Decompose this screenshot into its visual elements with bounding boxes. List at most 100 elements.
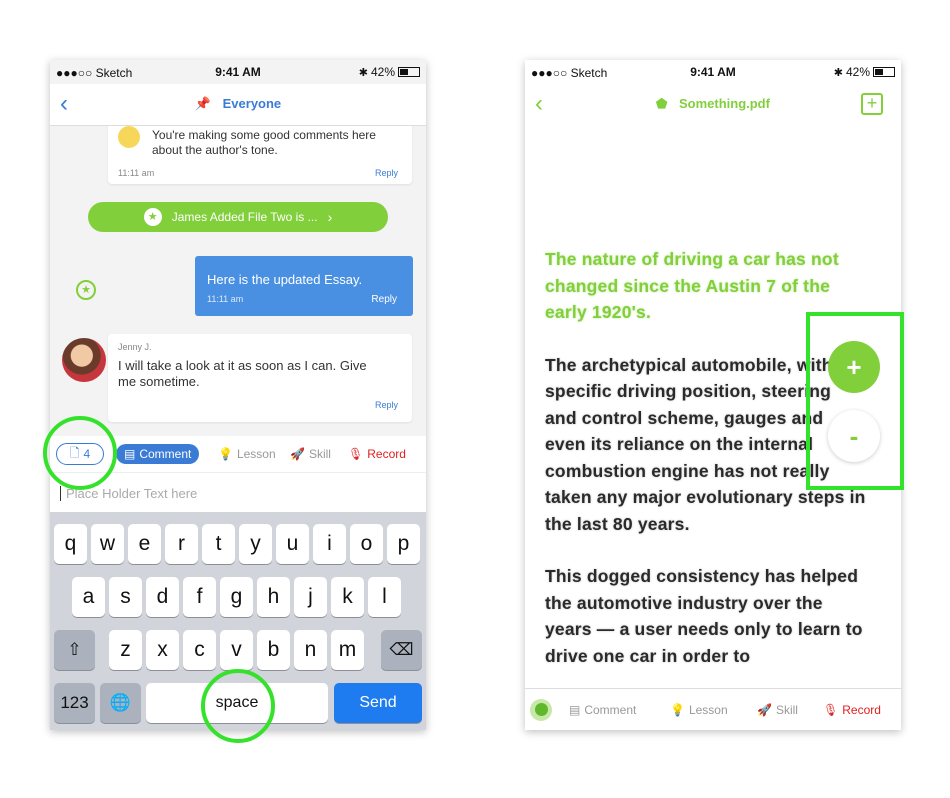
tab-lesson[interactable]: 💡 Lesson: [218, 447, 276, 461]
highlight-box-zoom: [806, 312, 904, 490]
key-x[interactable]: x: [146, 630, 179, 670]
comment-time: 11:11 am: [118, 168, 155, 178]
comment-card: You're making some good comments here ab…: [108, 126, 412, 184]
reply-link[interactable]: Reply: [375, 168, 398, 178]
battery-status: ✱ 42%: [359, 65, 420, 79]
tab-skill[interactable]: 🚀 Skill: [757, 703, 798, 717]
page-title-text: Something.pdf: [678, 96, 770, 111]
reply-link[interactable]: Reply: [375, 400, 398, 410]
nav-bar: ‹ ⬟ Something.pdf +: [525, 84, 901, 126]
page-title: ⬟ Something.pdf: [525, 96, 901, 112]
key-h[interactable]: h: [257, 577, 290, 617]
tab-label: Lesson: [236, 447, 276, 461]
tab-lesson[interactable]: 💡 Lesson: [670, 703, 728, 717]
shift-key[interactable]: ⇧: [54, 630, 95, 670]
microphone-icon: 🎙: [348, 447, 364, 461]
key-p[interactable]: p: [387, 524, 420, 564]
comment-icon: ▤: [569, 702, 581, 717]
tab-label: Lesson: [688, 702, 728, 717]
pin-icon: 📌: [194, 96, 211, 111]
outgoing-text: Here is the updated Essay.: [207, 272, 363, 287]
key-w[interactable]: w: [91, 524, 124, 564]
pentagon-icon: ⬟: [656, 96, 668, 111]
key-j[interactable]: j: [294, 577, 327, 617]
highlight-circle-space: [201, 669, 275, 743]
tab-label: Comment: [584, 702, 637, 717]
avatar: [118, 126, 140, 148]
incoming-message: Jenny J. I will take a look at it as soo…: [108, 334, 412, 422]
key-b[interactable]: b: [257, 630, 290, 670]
backspace-key[interactable]: ⌫: [381, 630, 422, 670]
key-m[interactable]: m: [331, 630, 364, 670]
send-key[interactable]: Send: [334, 683, 422, 723]
key-l[interactable]: l: [368, 577, 401, 617]
incoming-text: I will take a look at it as soon as I ca…: [118, 358, 367, 389]
key-r[interactable]: r: [165, 524, 198, 564]
star-badge-icon: ★: [76, 280, 96, 300]
key-f[interactable]: f: [183, 577, 216, 617]
battery-percent: 42%: [370, 65, 395, 79]
reply-link[interactable]: Reply: [371, 294, 397, 305]
backspace-icon: ⌫: [389, 640, 414, 659]
pdf-paragraph: This dogged consistency has helped the a…: [545, 566, 863, 666]
tab-skill[interactable]: 🚀 Skill: [290, 447, 331, 461]
shift-icon: ⇧: [67, 640, 82, 659]
key-u[interactable]: u: [276, 524, 309, 564]
page-title-text: Everyone: [222, 96, 282, 111]
battery-icon: [398, 67, 420, 77]
outgoing-time: 11:11 am: [207, 294, 244, 304]
tab-label: Record: [842, 702, 881, 717]
message-list[interactable]: You're making some good comments here ab…: [50, 126, 426, 434]
status-bar: ●●●○○ Sketch 9:41 AM ✱ 42%: [50, 60, 426, 84]
key-o[interactable]: o: [350, 524, 383, 564]
lightbulb-icon: 💡: [670, 702, 685, 717]
key-s[interactable]: s: [109, 577, 142, 617]
outgoing-message: Here is the updated Essay. 11:11 am Repl…: [195, 256, 413, 316]
key-v[interactable]: v: [220, 630, 253, 670]
file-added-banner[interactable]: ★ James Added File Two is ... ›: [88, 202, 388, 232]
battery-percent: 42%: [845, 65, 870, 79]
key-y[interactable]: y: [239, 524, 272, 564]
key-e[interactable]: e: [128, 524, 161, 564]
key-i[interactable]: i: [313, 524, 346, 564]
banner-text: James Added File Two is ...: [171, 210, 318, 224]
nav-bar: ‹ 📌 Everyone: [50, 84, 426, 126]
key-q[interactable]: q: [54, 524, 87, 564]
globe-icon: 🌐: [109, 693, 132, 712]
key-g[interactable]: g: [220, 577, 253, 617]
comment-text: You're making some good comments here ab…: [152, 128, 376, 157]
avatar: [62, 338, 106, 382]
bluetooth-icon: ✱: [358, 66, 368, 79]
rocket-icon: 🚀: [757, 702, 772, 717]
numbers-key[interactable]: 123: [54, 683, 95, 723]
sender-name: Jenny J.: [118, 342, 152, 352]
chevron-right-icon: ›: [327, 209, 333, 225]
tab-record[interactable]: 🎙 Record: [348, 447, 406, 461]
key-a[interactable]: a: [72, 577, 105, 617]
star-icon: ★: [143, 208, 162, 226]
globe-key[interactable]: 🌐: [100, 683, 141, 723]
tab-record[interactable]: 🎙 Record: [823, 703, 881, 717]
status-dot-icon: [534, 703, 548, 716]
key-z[interactable]: z: [109, 630, 142, 670]
tab-comment[interactable]: ▤ Comment: [116, 444, 200, 464]
annotation-toolbar: ▤ Comment 💡 Lesson 🚀 Skill 🎙 Record: [525, 688, 901, 730]
key-t[interactable]: t: [202, 524, 235, 564]
comment-icon: ▤: [124, 447, 136, 461]
lightbulb-icon: 💡: [218, 447, 233, 461]
tab-label: Record: [367, 447, 406, 461]
highlight-circle-attachments: [43, 416, 117, 490]
key-k[interactable]: k: [331, 577, 364, 617]
status-bar: ●●●○○ Sketch 9:41 AM ✱ 42%: [525, 60, 901, 84]
page-title: 📌 Everyone: [50, 96, 426, 112]
key-c[interactable]: c: [183, 630, 216, 670]
key-d[interactable]: d: [146, 577, 179, 617]
key-n[interactable]: n: [294, 630, 327, 670]
tab-comment[interactable]: ▤ Comment: [569, 703, 636, 717]
add-button[interactable]: +: [861, 93, 883, 115]
bluetooth-icon: ✱: [833, 66, 843, 79]
rocket-icon: 🚀: [290, 447, 305, 461]
tab-label: Skill: [308, 447, 331, 461]
status-dot-button[interactable]: [530, 698, 552, 721]
microphone-icon: 🎙: [823, 702, 839, 717]
